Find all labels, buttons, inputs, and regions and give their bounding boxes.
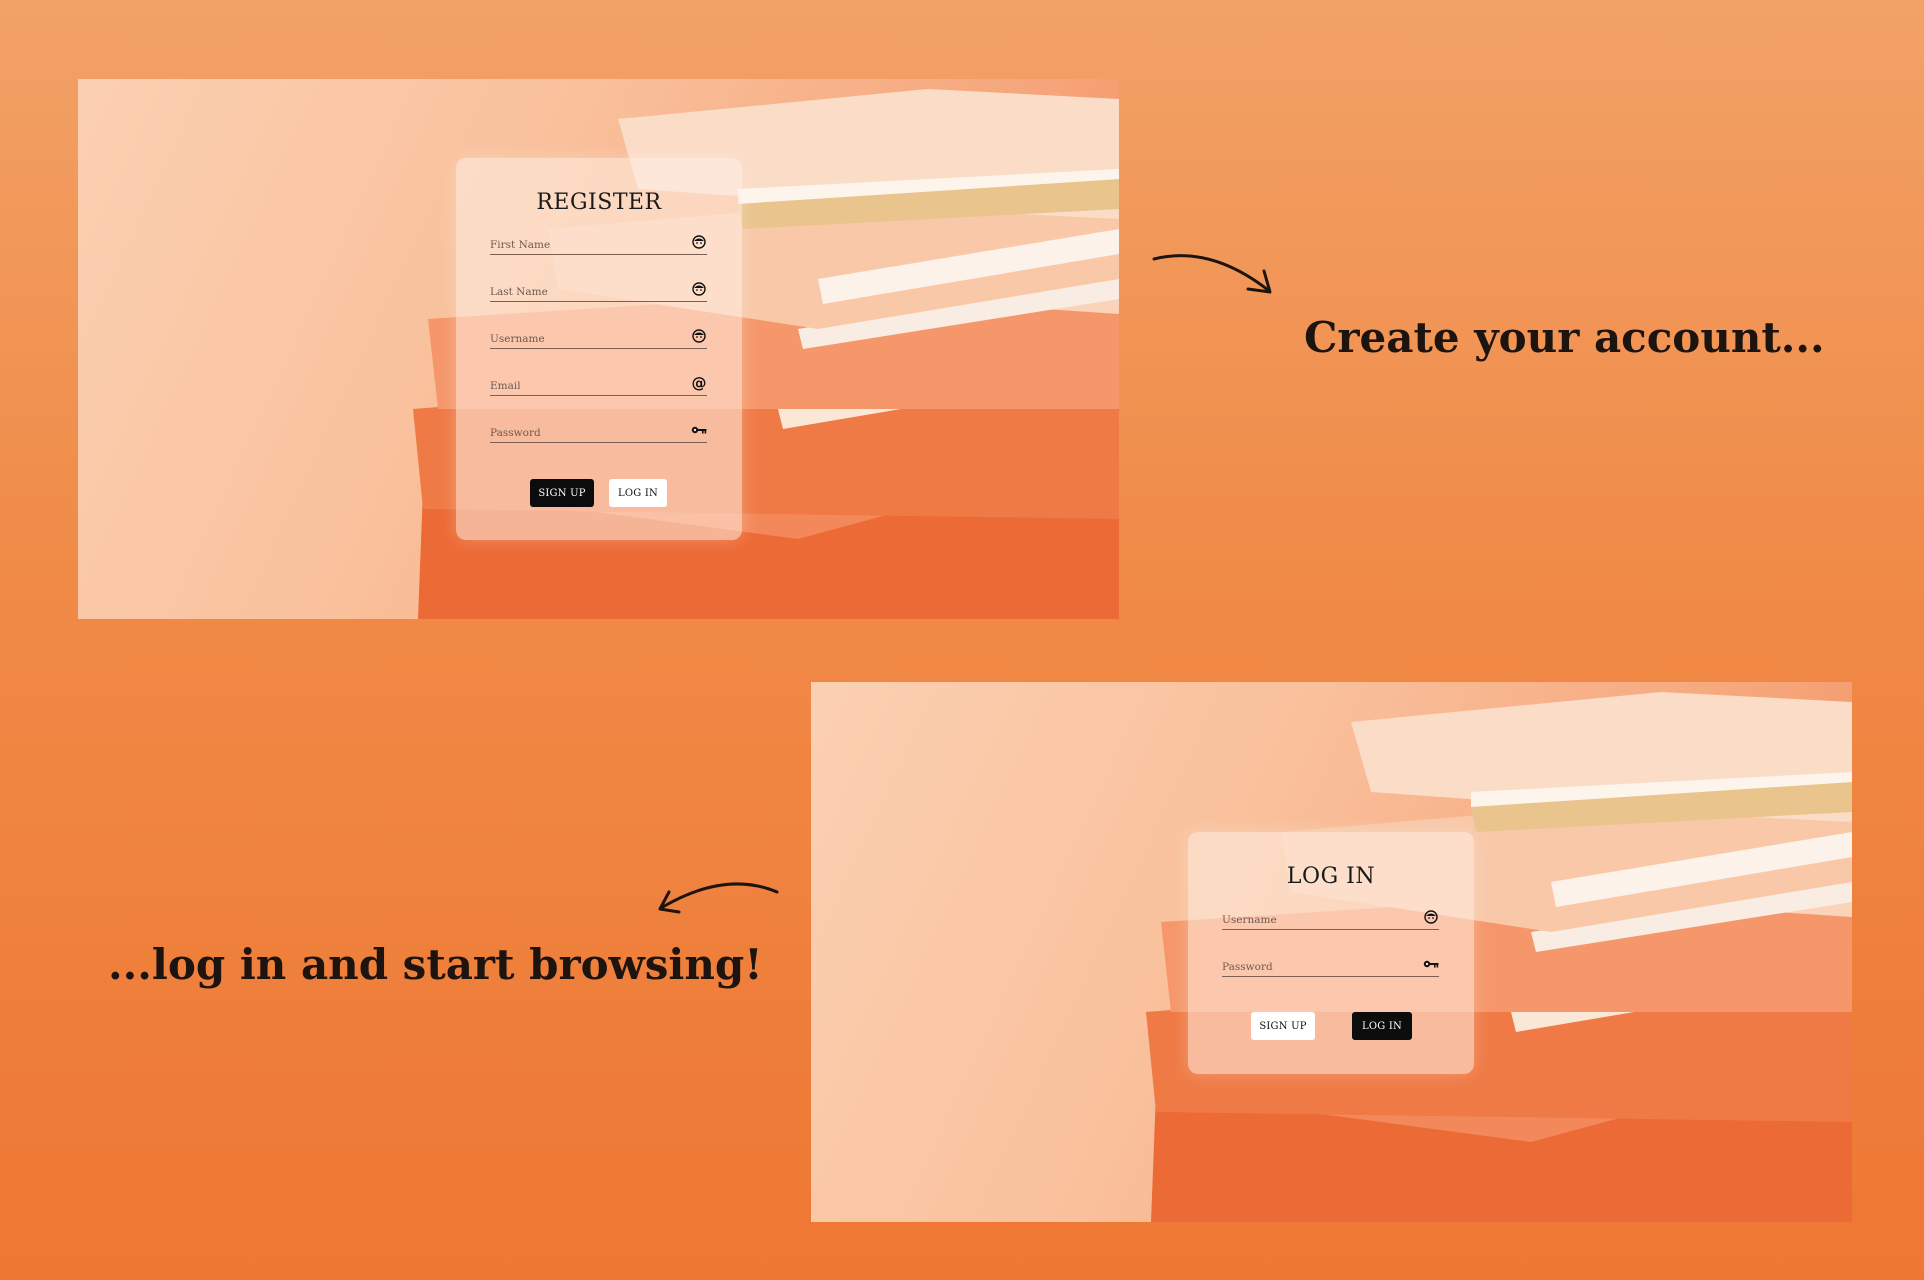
last-name-placeholder: Last Name <box>490 286 548 298</box>
key-icon <box>691 422 707 438</box>
username-placeholder: Username <box>490 333 545 345</box>
at-sign-icon: @ <box>691 374 707 392</box>
email-field[interactable]: Email @ <box>490 373 707 396</box>
sign-up-button[interactable]: SIGN UP <box>530 479 594 507</box>
password-placeholder: Password <box>1222 961 1273 973</box>
face-icon <box>691 234 707 250</box>
username-placeholder: Username <box>1222 914 1277 926</box>
password-field[interactable]: Password <box>1222 954 1439 977</box>
register-screenshot: REGISTER First Name Last Name Username E… <box>78 79 1119 619</box>
key-icon <box>1423 956 1439 972</box>
arrow-right-icon <box>1152 254 1272 294</box>
sign-up-button[interactable]: SIGN UP <box>1251 1012 1315 1040</box>
username-field[interactable]: Username <box>1222 907 1439 930</box>
email-placeholder: Email <box>490 380 521 392</box>
face-icon <box>1423 909 1439 925</box>
face-icon <box>691 281 707 297</box>
register-caption: Create your account... <box>1304 313 1825 362</box>
log-in-button[interactable]: LOG IN <box>609 479 667 507</box>
arrow-left-icon <box>658 882 779 914</box>
face-icon <box>691 328 707 344</box>
password-placeholder: Password <box>490 427 541 439</box>
login-title: LOG IN <box>1286 864 1376 889</box>
login-screenshot: LOG IN Username Password SIGN UP LOG IN <box>811 682 1852 1222</box>
login-caption: ...log in and start browsing! <box>108 940 763 989</box>
log-in-button[interactable]: LOG IN <box>1352 1012 1412 1040</box>
password-field[interactable]: Password <box>490 420 707 443</box>
register-card: REGISTER First Name Last Name Username E… <box>456 158 742 540</box>
login-card: LOG IN Username Password SIGN UP LOG IN <box>1188 832 1474 1074</box>
register-title: REGISTER <box>536 190 662 215</box>
first-name-field[interactable]: First Name <box>490 232 707 255</box>
last-name-field[interactable]: Last Name <box>490 279 707 302</box>
username-field[interactable]: Username <box>490 326 707 349</box>
first-name-placeholder: First Name <box>490 239 551 251</box>
